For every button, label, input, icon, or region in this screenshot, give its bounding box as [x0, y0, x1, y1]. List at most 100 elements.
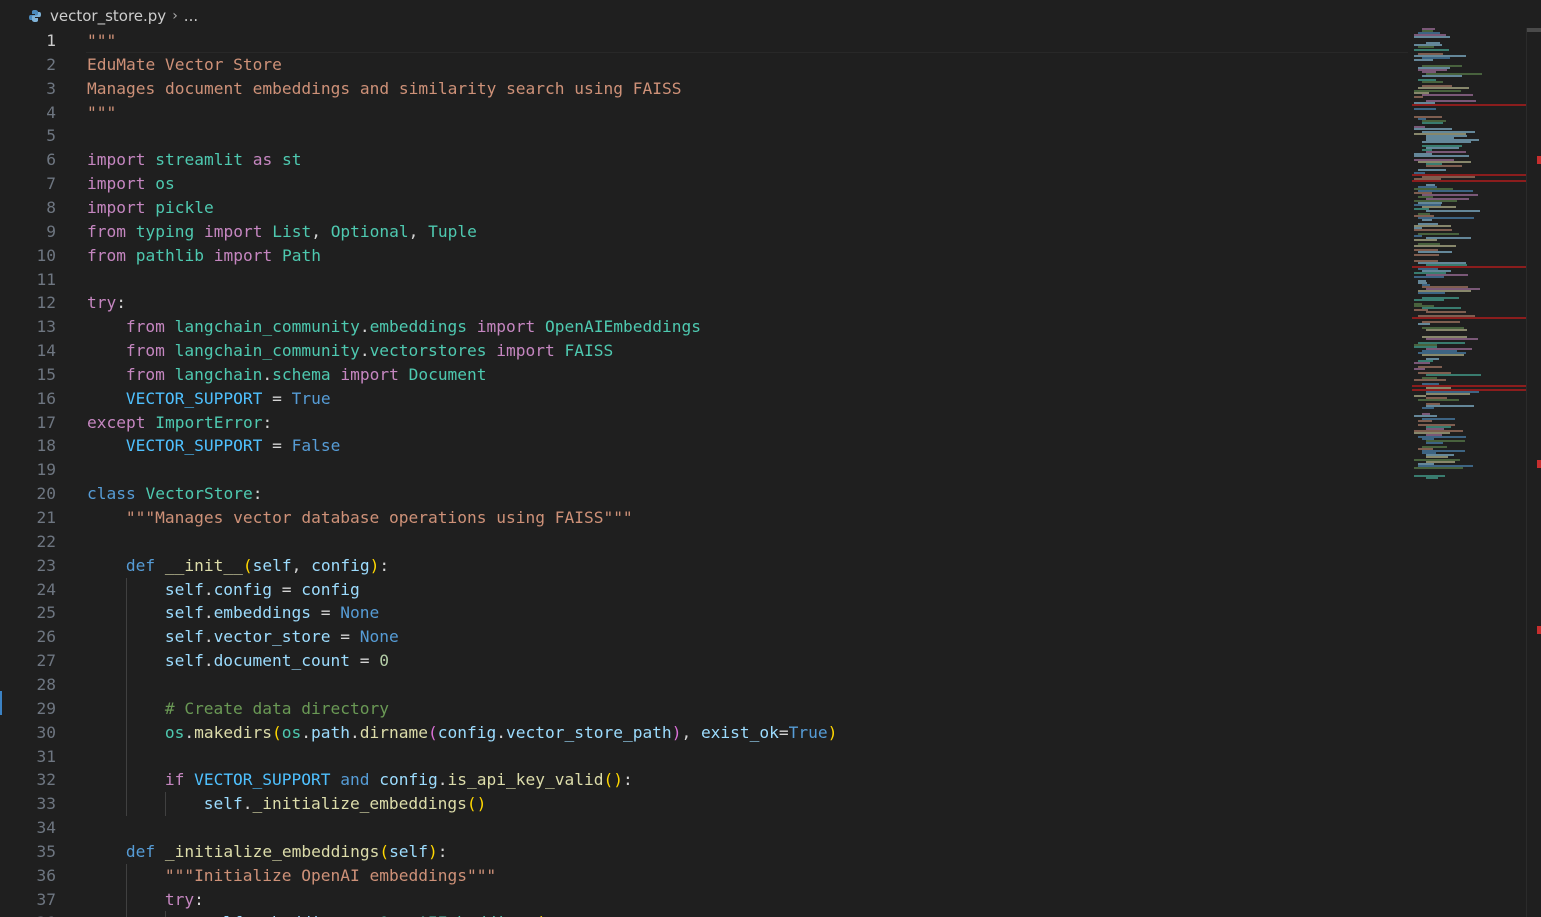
code-line[interactable]: 26 self.vector_store = None — [0, 625, 1408, 650]
code-token: try — [87, 293, 117, 313]
code-line[interactable]: 22 — [0, 530, 1408, 554]
code-line[interactable]: 24 self.config = config — [0, 577, 1408, 602]
code-text: self.config = config — [165, 578, 360, 602]
code-token: embeddings — [369, 317, 468, 337]
minimap-line — [1422, 122, 1443, 125]
vertical-scrollbar[interactable] — [1526, 28, 1541, 917]
code-token: config — [379, 770, 438, 790]
minimap-line — [1426, 151, 1466, 153]
code-line[interactable]: 32 if VECTOR_SUPPORT and config.is_api_ke… — [0, 768, 1408, 793]
code-line[interactable]: 38 self.embeddings = OpenAIEmbeddings( — [0, 911, 1408, 917]
code-text: class VectorStore: — [87, 482, 262, 506]
code-token: st — [281, 150, 302, 170]
minimap-line — [1414, 107, 1436, 110]
code-line[interactable]: 23 def __init__(self, config): — [0, 554, 1408, 578]
code-line[interactable]: 15 from langchain.schema import Document — [0, 363, 1408, 387]
indent-guide — [125, 720, 127, 745]
code-text: from typing import List, Optional, Tuple — [87, 220, 477, 244]
code-token: vector_store — [213, 627, 331, 647]
code-token: schema — [272, 364, 331, 384]
code-line[interactable]: 29 # Create data directory — [0, 696, 1408, 721]
code-line[interactable]: 27 self.document_count = 0 — [0, 649, 1408, 674]
code-text: """ — [87, 32, 116, 53]
code-token: ( — [535, 913, 545, 917]
breadcrumb-file[interactable]: vector_store.py — [50, 7, 166, 25]
code-line[interactable]: 25 self.embeddings = None — [0, 601, 1408, 626]
code-line[interactable]: 12 try: — [0, 291, 1408, 315]
code-line[interactable]: 2 EduMate Vector Store — [0, 53, 1408, 77]
line-number: 21 — [36, 508, 57, 527]
code-token: from — [125, 364, 165, 384]
code-token: self — [252, 555, 292, 575]
code-token: = — [272, 579, 302, 599]
breadcrumb[interactable]: vector_store.py › ... — [0, 0, 1541, 32]
code-line[interactable]: 5 — [0, 124, 1408, 148]
code-line[interactable]: 16 VECTOR_SUPPORT = True — [0, 387, 1408, 411]
minimap-error-line — [1412, 179, 1526, 182]
code-token: config — [213, 579, 273, 599]
code-token: is_api_key_valid — [447, 770, 604, 790]
code-line[interactable]: 10 from pathlib import Path — [0, 244, 1408, 268]
code-line[interactable]: 6 import streamlit as st — [0, 148, 1408, 172]
code-line[interactable]: 17 except ImportError: — [0, 411, 1408, 435]
code-token: . — [203, 579, 214, 599]
minimap-line — [1414, 245, 1456, 248]
code-line[interactable]: 11 — [0, 268, 1408, 292]
code-token: List — [272, 221, 312, 241]
code-line[interactable]: 14 from langchain_community.vectorstores … — [0, 339, 1408, 363]
code-token: config — [437, 722, 497, 742]
code-line[interactable]: 18 VECTOR_SUPPORT = False — [0, 434, 1408, 458]
code-token: embeddings — [213, 603, 312, 623]
line-number: 22 — [36, 531, 57, 551]
scrollbar-thumb[interactable] — [1527, 28, 1541, 32]
code-text: os.makedirs(os.path.dirname(config.vecto… — [165, 721, 838, 745]
code-token: = — [262, 388, 292, 408]
code-line[interactable]: 1 """ — [0, 32, 1408, 53]
code-token: : — [116, 293, 126, 313]
code-line[interactable]: 7 import os — [0, 172, 1408, 196]
code-line[interactable]: 20 class VectorStore: — [0, 482, 1408, 506]
code-line[interactable]: 3 Manages document embeddings and similar… — [0, 77, 1408, 101]
code-token: . — [262, 364, 273, 384]
code-line[interactable]: 28 — [0, 672, 1408, 697]
line-number: 13 — [36, 317, 57, 337]
code-token: . — [203, 627, 214, 647]
code-token: OpenAIEmbeddings — [379, 913, 535, 917]
minimap-line — [1418, 292, 1445, 295]
code-token: import — [496, 341, 555, 361]
code-line[interactable]: 9 from typing import List, Optional, Tupl… — [0, 220, 1408, 244]
minimap-line — [1418, 399, 1459, 402]
indent-guide — [164, 792, 166, 817]
code-line[interactable]: 8 import pickle — [0, 196, 1408, 220]
code-line[interactable]: 30 os.makedirs(os.path.dirname(config.vec… — [0, 720, 1408, 745]
code-line[interactable]: 34 — [0, 816, 1408, 840]
code-line[interactable]: 35 def _initialize_embeddings(self): — [0, 840, 1408, 864]
code-line[interactable]: 36 """Initialize OpenAI embeddings""" — [0, 863, 1408, 888]
minimap[interactable] — [1408, 28, 1526, 488]
code-line[interactable]: 19 — [0, 458, 1408, 482]
code-line[interactable]: 4 """ — [0, 101, 1408, 125]
minimap-line — [1414, 48, 1449, 51]
code-text: from langchain_community.embeddings impo… — [126, 315, 701, 339]
code-line[interactable]: 33 self._initialize_embeddings() — [0, 792, 1408, 817]
code-token: : — [194, 889, 204, 909]
line-number: 5 — [46, 126, 56, 146]
line-number: 3 — [46, 78, 56, 98]
code-text: # Create data directory — [165, 697, 389, 721]
code-editor[interactable]: 1 """ 2 EduMate Vector Store 3 Manages docume… — [0, 32, 1408, 917]
code-token: VECTOR_SUPPORT — [125, 388, 263, 408]
code-line[interactable]: 37 try: — [0, 887, 1408, 912]
code-token: None — [359, 627, 399, 647]
code-line[interactable]: 13 from langchain_community.embeddings im… — [0, 315, 1408, 339]
line-number: 1 — [46, 32, 56, 50]
breadcrumb-symbols[interactable]: ... — [184, 7, 198, 25]
minimap-line — [1426, 442, 1443, 445]
code-token: embeddings — [252, 913, 349, 917]
code-line[interactable]: 31 — [0, 744, 1408, 769]
code-token: None — [340, 603, 380, 623]
code-line[interactable]: 21 """Manages vector database operations … — [0, 506, 1408, 530]
line-number: 34 — [36, 818, 57, 838]
code-token: _initialize_embeddings — [164, 841, 380, 861]
